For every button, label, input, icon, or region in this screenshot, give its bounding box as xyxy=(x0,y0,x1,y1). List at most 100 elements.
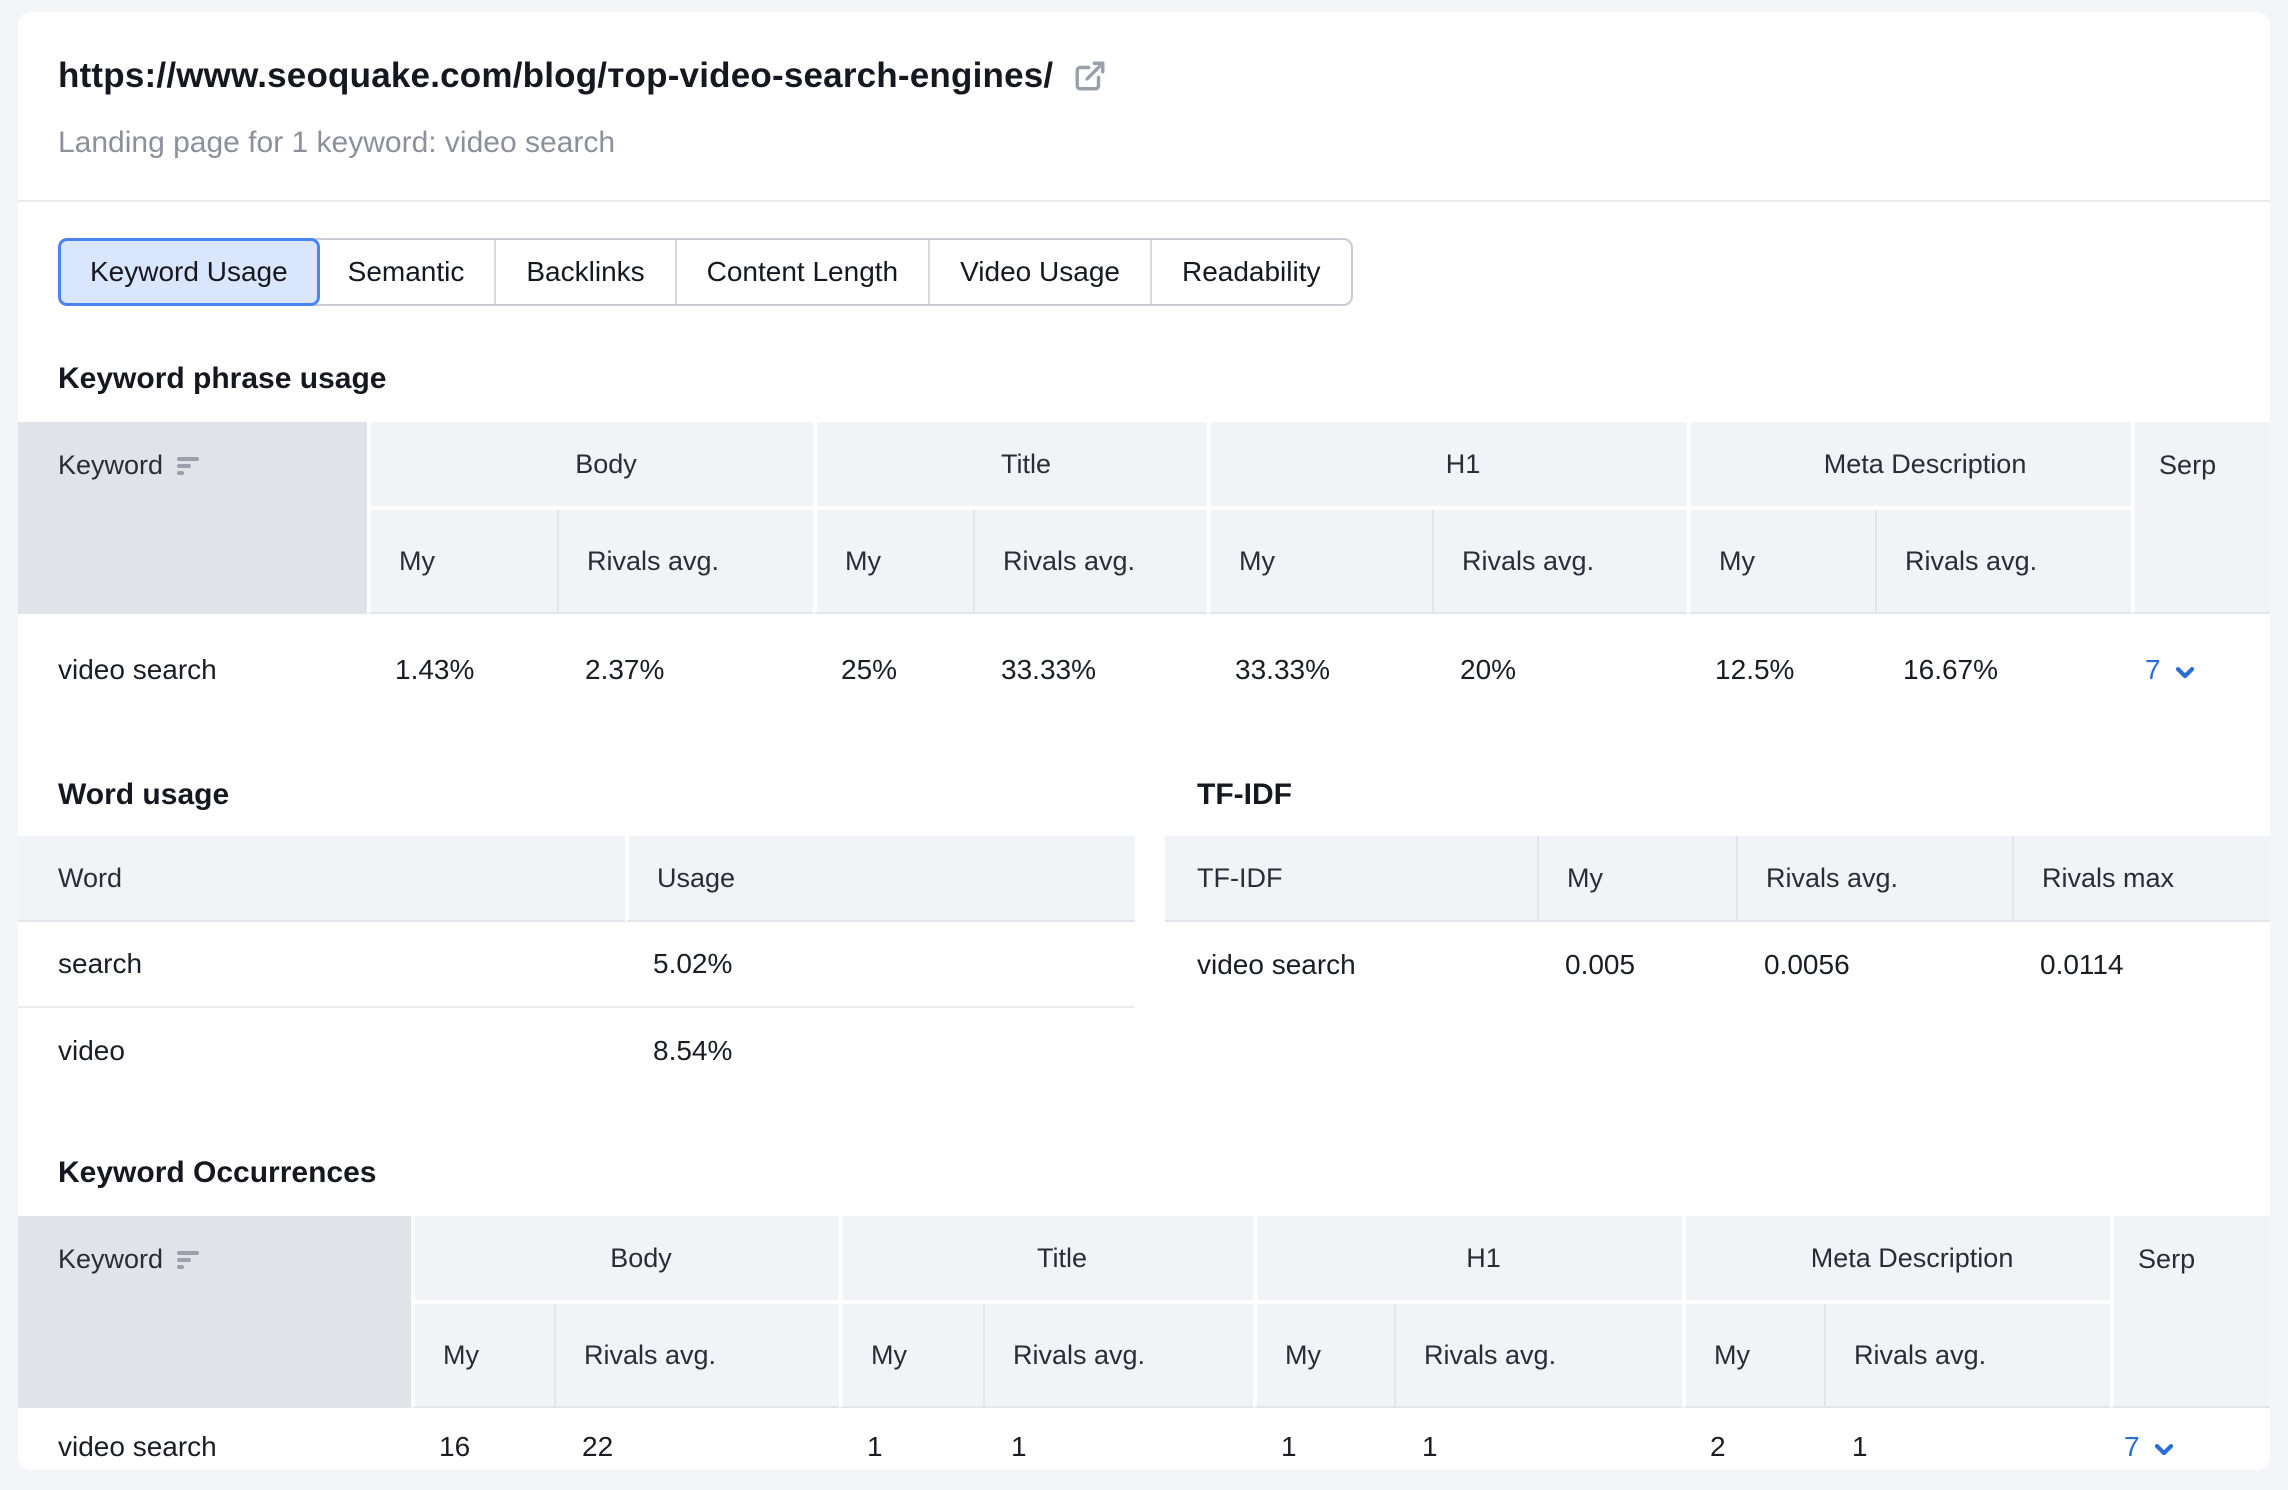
cell-h1-my: 33.33% xyxy=(1207,614,1432,726)
chevron-down-icon xyxy=(2171,658,2199,686)
serp-count: 7 xyxy=(2124,1431,2140,1463)
cell-tfidf-keyword: video search xyxy=(1165,922,1537,1008)
column-header-keyword[interactable]: Keyword xyxy=(18,1216,411,1408)
subheader-h1-rivals-avg: Rivals avg. xyxy=(1394,1304,1682,1408)
subheader-title-my: My xyxy=(813,510,973,614)
subheader-h1-my: My xyxy=(1253,1304,1394,1408)
cell-meta-rivals-avg: 16.67% xyxy=(1875,614,2131,726)
column-group-meta-description: Meta Description xyxy=(1682,1216,2110,1304)
cell-word: search xyxy=(18,922,625,1008)
column-header-my: My xyxy=(1537,836,1736,922)
cell-body-rivals-avg: 22 xyxy=(554,1408,839,1470)
cell-h1-my: 1 xyxy=(1253,1408,1394,1470)
word-usage-table: Word Usage search 5.02% video 8.54% xyxy=(18,836,1135,1094)
cell-body-my: 1.43% xyxy=(367,614,557,726)
cell-serp: 7 xyxy=(2110,1408,2270,1470)
column-group-body: Body xyxy=(411,1216,839,1304)
serp-count: 7 xyxy=(2145,654,2161,686)
column-group-h1: H1 xyxy=(1207,422,1687,510)
cell-body-rivals-avg: 2.37% xyxy=(557,614,813,726)
cell-keyword: video search xyxy=(18,614,367,726)
column-header-rivals-avg: Rivals avg. xyxy=(1736,836,2012,922)
keyword-occurrences-heading: Keyword Occurrences xyxy=(58,1156,2230,1190)
serp-expander[interactable]: 7 xyxy=(2145,654,2199,686)
tfidf-table: TF-IDF My Rivals avg. Rivals max video s… xyxy=(1165,836,2270,1008)
column-header-keyword[interactable]: Keyword xyxy=(18,422,367,614)
column-group-meta-description: Meta Description xyxy=(1687,422,2131,510)
tab-content-length[interactable]: Content Length xyxy=(675,240,929,304)
cell-title-rivals-avg: 1 xyxy=(983,1408,1253,1470)
sort-descending-icon[interactable] xyxy=(177,457,201,475)
cell-title-my: 1 xyxy=(839,1408,983,1470)
serp-expander[interactable]: 7 xyxy=(2124,1431,2178,1463)
cell-word: video xyxy=(18,1008,625,1094)
landing-page-url: https://www.seoquake.com/blog/тop-video-… xyxy=(58,56,1053,96)
tab-backlinks[interactable]: Backlinks xyxy=(494,240,674,304)
column-group-title: Title xyxy=(813,422,1207,510)
keyword-occurrences-table: Keyword Body Title H1 Meta Description S… xyxy=(18,1216,2270,1470)
subheader-meta-my: My xyxy=(1687,510,1875,614)
subheader-title-rivals-avg: Rivals avg. xyxy=(973,510,1207,614)
table-row: video search 1.43% 2.37% 25% 33.33% 33.3… xyxy=(18,614,2270,726)
tab-readability[interactable]: Readability xyxy=(1150,240,1351,304)
cell-title-my: 25% xyxy=(813,614,973,726)
table-row: video search 16 22 1 1 1 1 2 1 7 xyxy=(18,1408,2270,1470)
cell-serp: 7 xyxy=(2131,614,2270,726)
tab-group: Keyword Usage Semantic Backlinks Content… xyxy=(58,238,1353,306)
cell-h1-rivals-avg: 1 xyxy=(1394,1408,1682,1470)
cell-h1-rivals-avg: 20% xyxy=(1432,614,1687,726)
cell-meta-my: 12.5% xyxy=(1687,614,1875,726)
column-header-tfidf: TF-IDF xyxy=(1165,836,1537,922)
cell-usage: 5.02% xyxy=(625,922,1135,1008)
cell-tfidf-rivals-max: 0.0114 xyxy=(2012,922,2270,1008)
cell-usage: 8.54% xyxy=(625,1008,1135,1094)
subheader-body-rivals-avg: Rivals avg. xyxy=(557,510,813,614)
column-group-h1: H1 xyxy=(1253,1216,1682,1304)
table-row: search 5.02% xyxy=(18,922,1135,1008)
cell-tfidf-my: 0.005 xyxy=(1537,922,1736,1008)
subheader-h1-my: My xyxy=(1207,510,1432,614)
column-group-body: Body xyxy=(367,422,813,510)
word-usage-heading: Word usage xyxy=(58,778,1135,812)
cell-body-my: 16 xyxy=(411,1408,554,1470)
column-header-rivals-max: Rivals max xyxy=(2012,836,2270,922)
subheader-body-my: My xyxy=(367,510,557,614)
cell-title-rivals-avg: 33.33% xyxy=(973,614,1207,726)
tfidf-heading: TF-IDF xyxy=(1197,778,2270,812)
tfidf-column: TF-IDF TF-IDF My Rivals avg. Rivals max … xyxy=(1165,778,2270,1094)
page-header: https://www.seoquake.com/blog/тop-video-… xyxy=(18,12,2270,202)
keyword-phrase-usage-table: Keyword Body Title H1 Meta Description S… xyxy=(18,422,2270,726)
subheader-meta-my: My xyxy=(1682,1304,1824,1408)
subheader-meta-rivals-avg: Rivals avg. xyxy=(1875,510,2131,614)
word-usage-column: Word usage Word Usage search 5.02% video xyxy=(18,778,1135,1094)
column-header-serp: Serp xyxy=(2131,422,2270,614)
column-group-title: Title xyxy=(839,1216,1253,1304)
external-link-icon[interactable] xyxy=(1073,59,1107,93)
tab-keyword-usage[interactable]: Keyword Usage xyxy=(58,238,320,306)
subheader-meta-rivals-avg: Rivals avg. xyxy=(1824,1304,2110,1408)
table-row: video 8.54% xyxy=(18,1008,1135,1094)
subheader-body-rivals-avg: Rivals avg. xyxy=(554,1304,839,1408)
sort-descending-icon[interactable] xyxy=(177,1251,201,1269)
cell-tfidf-rivals-avg: 0.0056 xyxy=(1736,922,2012,1008)
subheader-title-my: My xyxy=(839,1304,983,1408)
keyword-column-label: Keyword xyxy=(58,1244,163,1275)
report-card: https://www.seoquake.com/blog/тop-video-… xyxy=(18,12,2270,1470)
column-header-usage: Usage xyxy=(625,836,1135,922)
seo-landing-page-report: { "colors": { "accent_blue": "#2b6dd8", … xyxy=(0,0,2288,1490)
cell-keyword: video search xyxy=(18,1408,411,1470)
landing-page-subtitle: Landing page for 1 keyword: video search xyxy=(58,126,2230,160)
table-row: video search 0.005 0.0056 0.0114 xyxy=(1165,922,2270,1008)
subheader-title-rivals-avg: Rivals avg. xyxy=(983,1304,1253,1408)
chevron-down-icon xyxy=(2150,1435,2178,1463)
tab-video-usage[interactable]: Video Usage xyxy=(928,240,1150,304)
column-header-serp: Serp xyxy=(2110,1216,2270,1408)
tab-semantic[interactable]: Semantic xyxy=(318,240,495,304)
keyword-phrase-usage-heading: Keyword phrase usage xyxy=(58,362,2230,396)
word-usage-tfidf-section: Word usage Word Usage search 5.02% video xyxy=(18,778,2270,1094)
subheader-body-my: My xyxy=(411,1304,554,1408)
report-tabs: Keyword Usage Semantic Backlinks Content… xyxy=(58,238,2230,306)
landing-page-url-row: https://www.seoquake.com/blog/тop-video-… xyxy=(58,56,2230,96)
subheader-h1-rivals-avg: Rivals avg. xyxy=(1432,510,1687,614)
column-header-word: Word xyxy=(18,836,625,922)
